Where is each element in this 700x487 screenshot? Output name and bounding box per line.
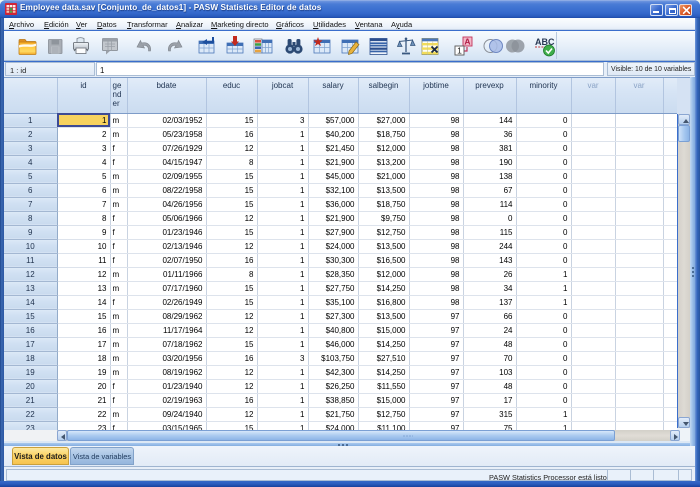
svg-text:A: A	[464, 37, 470, 47]
svg-text:1: 1	[457, 46, 462, 56]
